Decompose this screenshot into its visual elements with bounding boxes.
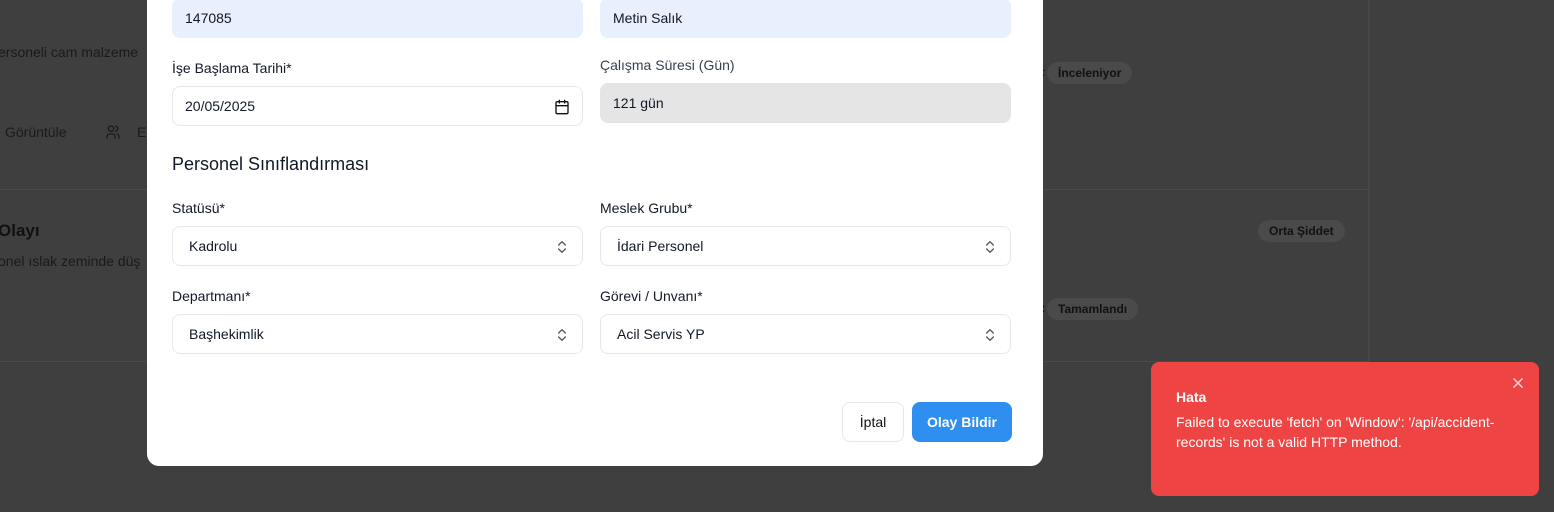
incident-title: Olayı xyxy=(0,221,40,240)
chevrons-up-down-icon xyxy=(986,329,994,341)
incident-report-modal: 147085 Metin Salık İşe Başlama Tarihi* 2… xyxy=(147,0,1043,466)
toast-title: Hata xyxy=(1176,389,1207,405)
chevrons-up-down-icon xyxy=(558,241,566,253)
users-icon[interactable] xyxy=(105,124,121,140)
start-date-label: İşe Başlama Tarihi* xyxy=(172,60,292,76)
chevrons-up-down-icon xyxy=(986,241,994,253)
work-duration-value: 121 gün xyxy=(613,95,664,111)
toast-message: Failed to execute 'fetch' on 'Window': '… xyxy=(1176,414,1495,450)
work-duration-field: 121 gün xyxy=(600,83,1011,123)
view-link[interactable]: Görüntüle xyxy=(5,124,66,140)
close-icon[interactable] xyxy=(1511,376,1525,390)
cancel-button[interactable]: İptal xyxy=(842,402,904,442)
calendar-icon[interactable] xyxy=(554,99,570,115)
status-select[interactable]: Kadrolu xyxy=(172,226,583,266)
incident-description: onel ıslak zeminde düş xyxy=(0,253,141,269)
severity-badge: Orta Şiddet xyxy=(1258,220,1345,242)
status-label: Statüsü* xyxy=(172,200,225,216)
status-badge: Tamamlandı xyxy=(1047,298,1139,320)
department-select[interactable]: Başhekimlik xyxy=(172,314,583,354)
status-select-value: Kadrolu xyxy=(189,238,238,254)
start-date-input[interactable]: 20/05/2025 xyxy=(172,86,583,126)
status-badge: İnceleniyor xyxy=(1047,62,1133,84)
name-input[interactable]: Metin Salık xyxy=(600,0,1011,38)
position-select[interactable]: Acil Servis YP xyxy=(600,314,1011,354)
department-label: Departmanı* xyxy=(172,288,251,304)
section-title: Personel Sınıflandırması xyxy=(172,154,370,174)
occupation-select[interactable]: İdari Personel xyxy=(600,226,1011,266)
error-toast: Hata Failed to execute 'fetch' on 'Windo… xyxy=(1151,362,1539,496)
department-select-value: Başhekimlik xyxy=(189,326,264,342)
edit-link[interactable]: E xyxy=(137,124,146,140)
position-label: Görevi / Unvanı* xyxy=(600,288,703,304)
start-date-value: 20/05/2025 xyxy=(185,98,256,114)
position-select-value: Acil Servis YP xyxy=(617,326,705,342)
name-value: Metin Salık xyxy=(613,10,683,26)
sicil-no-input[interactable]: 147085 xyxy=(172,0,583,38)
chevrons-up-down-icon xyxy=(558,329,566,341)
page-divider xyxy=(1368,0,1370,362)
incident-description: ersoneli cam malzeme xyxy=(0,44,139,60)
work-duration-label: Çalışma Süresi (Gün) xyxy=(600,57,735,73)
sicil-no-value: 147085 xyxy=(185,10,232,26)
occupation-label: Meslek Grubu* xyxy=(600,200,693,216)
report-incident-button[interactable]: Olay Bildir xyxy=(912,402,1012,442)
occupation-select-value: İdari Personel xyxy=(617,238,704,254)
